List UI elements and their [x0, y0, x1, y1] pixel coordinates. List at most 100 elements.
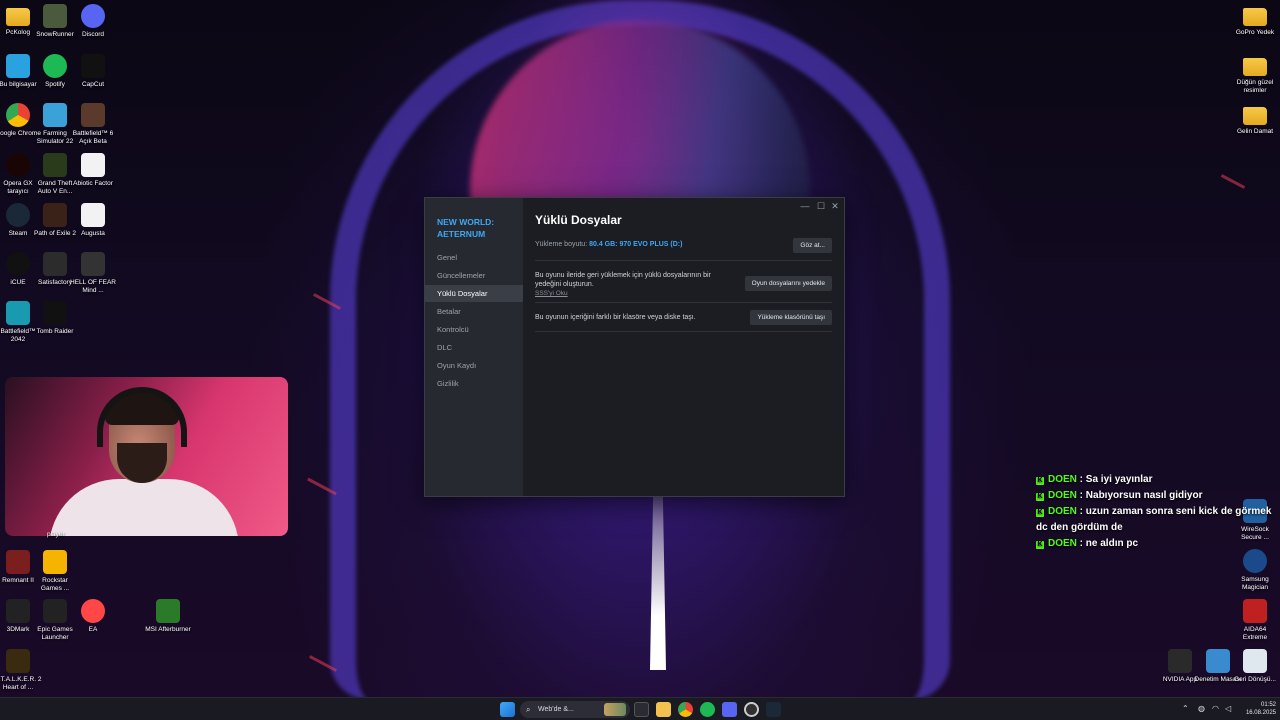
desktop-icon-label: GoPro Yedek: [1235, 29, 1275, 36]
computer-icon: [6, 54, 30, 78]
desktop-icon-capcut[interactable]: CapCut: [69, 54, 117, 89]
magician-icon: [1243, 549, 1267, 573]
install-size-label: Yükleme boyutu:: [535, 241, 588, 248]
divider: [535, 302, 832, 303]
game-title: NEW WORLD: AETERNUM: [437, 217, 495, 239]
file-icon: [81, 203, 105, 227]
chat-text: : Nabıyorsun nasıl gidiyor: [1076, 490, 1203, 501]
move-install-folder-button[interactable]: Yükleme klasörünü taşı: [750, 310, 832, 325]
desktop-icon-ea[interactable]: EA: [69, 599, 117, 634]
chat-text: : ne aldın pc: [1076, 538, 1139, 549]
wallpaper-streak: [1220, 174, 1246, 189]
desktop-icon-recycle-bin[interactable]: Geri Dönüşü...: [1231, 649, 1279, 684]
aida64-icon: [1243, 599, 1267, 623]
install-size: Yükleme boyutu: 80.4 GB: 970 EVO PLUS (D…: [535, 241, 682, 248]
desktop-icon-rockstar[interactable]: Rockstar Games ...: [31, 550, 79, 592]
spotify-icon: [43, 54, 67, 78]
kick-badge-icon: K: [1036, 493, 1044, 501]
desktop-icon-label: Tomb Raider: [36, 328, 74, 335]
desktop-icon-label: AIDA64 Extreme: [1242, 626, 1268, 641]
nav-item[interactable]: Gizlilik: [425, 375, 523, 392]
steam-icon: [6, 203, 30, 227]
steam-icon[interactable]: [766, 702, 781, 717]
chat-message: K DOEN : Sa iyi yayınlar: [1036, 472, 1272, 488]
wifi-icon[interactable]: ◠: [1212, 704, 1219, 713]
desktop-icon-hellfear[interactable]: HELL OF FEAR Mind ...: [69, 252, 117, 294]
desktop-icon-label: Battlefield™ 6 Açık Beta: [72, 130, 114, 145]
chat-username: DOEN: [1048, 474, 1077, 485]
icue-icon: [6, 252, 30, 276]
folder-icon: [1243, 107, 1267, 125]
desktop-icon-discord[interactable]: Discord: [69, 4, 117, 39]
desktop-icon-folder[interactable]: Düğün güzel resimler: [1231, 54, 1279, 94]
network-icon[interactable]: ◍: [1198, 704, 1205, 713]
discord-icon: [81, 4, 105, 28]
spotify-icon[interactable]: [700, 702, 715, 717]
streamer-body: [49, 479, 239, 536]
desktop-icon-label: Augusta: [81, 230, 105, 237]
remnant-icon: [6, 550, 30, 574]
nav-item[interactable]: Kontrolcü: [425, 321, 523, 338]
control-panel-icon: [1206, 649, 1230, 673]
start-icon[interactable]: [500, 702, 515, 717]
maximize-icon[interactable]: ☐: [814, 200, 828, 212]
file-explorer-icon[interactable]: [656, 702, 671, 717]
desktop-icon-battlefield6[interactable]: Battlefield™ 6 Açık Beta: [69, 103, 117, 145]
folder-icon: [1243, 58, 1267, 76]
chat-username: DOEN: [1048, 538, 1077, 549]
nav-item[interactable]: Güncellemeler: [425, 267, 523, 284]
desktop-icon-magician[interactable]: Samsung Magician: [1231, 549, 1279, 591]
desktop-icon-aida64[interactable]: AIDA64 Extreme: [1231, 599, 1279, 641]
install-size-value: 80.4 GB: 970 EVO PLUS (D:): [589, 241, 683, 248]
poe-icon: [43, 203, 67, 227]
chrome-icon[interactable]: [678, 702, 693, 717]
chat-username: DOEN: [1048, 490, 1077, 501]
desktop-icon-label: S.T.A.L.K.E.R. 2 Heart of ...: [0, 676, 42, 691]
battlefield6-icon: [81, 103, 105, 127]
page-title: Yüklü Dosyalar: [535, 213, 622, 227]
tray-chevron-icon[interactable]: ⌃: [1182, 704, 1189, 713]
nav-item[interactable]: Genel: [425, 249, 523, 266]
desktop-icon-file[interactable]: Augusta: [69, 203, 117, 238]
close-icon[interactable]: ✕: [828, 200, 842, 212]
discord-icon[interactable]: [722, 702, 737, 717]
desktop-icon-label: Discord: [81, 31, 105, 38]
steam-content: — ☐ ✕ Yüklü Dosyalar Yükleme boyutu: 80.…: [523, 198, 844, 496]
minimize-icon[interactable]: —: [798, 200, 812, 212]
nvidia-icon: [1168, 649, 1192, 673]
search-input[interactable]: ⌕ Web'de &...: [520, 701, 630, 718]
desktop-icon-afterburner[interactable]: MSI Afterburner: [144, 599, 192, 634]
steam-sidebar: NEW WORLD: AETERNUM Genel Güncellemeler Yü…: [425, 198, 523, 496]
clock-time: 01:52: [1260, 702, 1276, 708]
browse-button[interactable]: Göz at...: [793, 238, 832, 253]
capcut-icon: [81, 54, 105, 78]
task-view-icon[interactable]: [634, 702, 649, 717]
system-clock[interactable]: 01:52 16.08.2025: [1236, 701, 1276, 717]
nav-item[interactable]: Betalar: [425, 303, 523, 320]
3dmark-icon: [6, 599, 30, 623]
taskbar: ⌕ Web'de &... ⌃ ◍ ◠ ◁ 01:52 16.08.2025: [0, 697, 1280, 720]
desktop-icon-folder[interactable]: Gelin Damat: [1231, 103, 1279, 136]
faq-link[interactable]: SSS'yi Oku: [535, 290, 568, 297]
headset-icon: [97, 387, 187, 447]
nav-item[interactable]: Oyun Kaydı: [425, 357, 523, 374]
desktop-icon-stalker[interactable]: S.T.A.L.K.E.R. 2 Heart of ...: [0, 649, 42, 691]
volume-icon[interactable]: ◁: [1225, 704, 1231, 713]
nav-item[interactable]: DLC: [425, 339, 523, 356]
desktop-icon-tombraider[interactable]: Tomb Raider: [31, 301, 79, 336]
desktop-icon-label: CapCut: [81, 81, 105, 88]
opera-icon: [6, 153, 30, 177]
obs-icon[interactable]: [744, 702, 759, 717]
desktop-icon-file[interactable]: Abiotic Factor: [69, 153, 117, 188]
hellfear-icon: [81, 252, 105, 276]
backup-files-button[interactable]: Oyun dosyalarını yedekle: [744, 276, 832, 291]
desktop-icon-label: HELL OF FEAR Mind ...: [70, 279, 116, 294]
epic-icon: [43, 599, 67, 623]
desktop-icon-label: Gelin Damat: [1236, 128, 1274, 135]
stream-chat: K DOEN : Sa iyi yayınlar K DOEN : Nabıyorsu…: [1036, 472, 1272, 552]
nav-item[interactable]: Yüklü Dosyalar: [425, 285, 523, 302]
desktop-icon-label: Düğün güzel resimler: [1236, 79, 1274, 94]
desktop-icon-label-partial: player: [47, 531, 65, 538]
desktop-icon-folder[interactable]: GoPro Yedek: [1231, 4, 1279, 37]
webcam-overlay: [5, 377, 288, 536]
